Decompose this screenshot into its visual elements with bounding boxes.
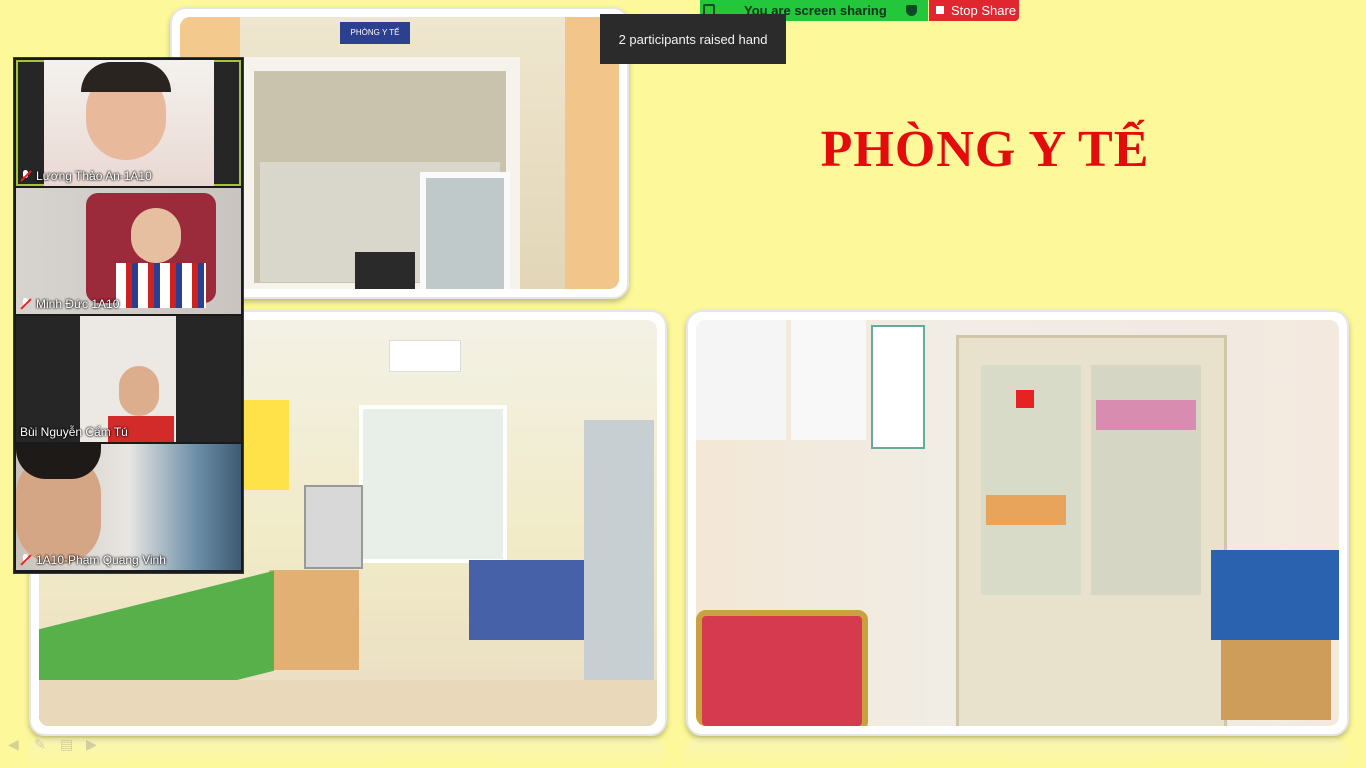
stop-share-button[interactable]: Stop Share xyxy=(929,0,1019,21)
participant-name: 1A10-Phạm Quang Vinh xyxy=(36,553,166,567)
stop-square-icon xyxy=(936,6,944,14)
previous-arrow-icon[interactable]: ◀ xyxy=(8,737,24,751)
reflection-left xyxy=(29,738,663,768)
participant-name: Lương Thảo An-1A10 xyxy=(36,169,152,183)
participant-name: Minh Đức 1A10 xyxy=(36,297,120,311)
mic-muted-icon xyxy=(20,554,32,566)
mic-muted-icon xyxy=(20,170,32,182)
video-feed-hair xyxy=(81,62,171,92)
slideshow-nav[interactable]: ◀ ✎ ▤ ▶ xyxy=(8,737,102,751)
participant-tile[interactable]: 1A10-Phạm Quang Vinh xyxy=(16,444,241,570)
participant-tile[interactable]: Bùi Nguyễn Cẩm Tú xyxy=(16,316,241,442)
next-arrow-icon[interactable]: ▶ xyxy=(86,737,102,751)
menu-icon[interactable]: ▤ xyxy=(60,737,76,751)
photo-medicine-cabinet xyxy=(686,310,1349,736)
mic-muted-icon xyxy=(20,298,32,310)
participant-video-panel[interactable]: Lương Thảo An-1A10 Minh Đức 1A10 Bùi Ngu… xyxy=(13,57,244,574)
raised-hand-text: 2 participants raised hand xyxy=(618,31,768,47)
video-feed-shirt xyxy=(116,263,206,308)
reflection-right xyxy=(686,738,1345,768)
participant-tile[interactable]: Minh Đức 1A10 xyxy=(16,188,241,314)
shield-check-icon xyxy=(906,5,917,16)
pen-icon[interactable]: ✎ xyxy=(34,737,50,751)
participant-tile[interactable]: Lương Thảo An-1A10 xyxy=(16,60,241,186)
stop-share-label: Stop Share xyxy=(951,3,1017,18)
participant-name-label: Lương Thảo An-1A10 xyxy=(20,169,152,183)
slide-title: PHÒNG Y TẾ xyxy=(820,121,1150,178)
participant-name-label: Bùi Nguyễn Cẩm Tú xyxy=(20,425,128,439)
video-feed-face xyxy=(131,208,181,263)
participant-name-label: Minh Đức 1A10 xyxy=(20,297,119,311)
raised-hand-notification: 2 participants raised hand xyxy=(600,14,786,64)
video-feed-face xyxy=(119,366,159,416)
participant-name: Bùi Nguyễn Cẩm Tú xyxy=(20,425,128,439)
door-sign: PHÒNG Y TẾ xyxy=(340,22,410,44)
participant-name-label: 1A10-Phạm Quang Vinh xyxy=(20,553,166,567)
